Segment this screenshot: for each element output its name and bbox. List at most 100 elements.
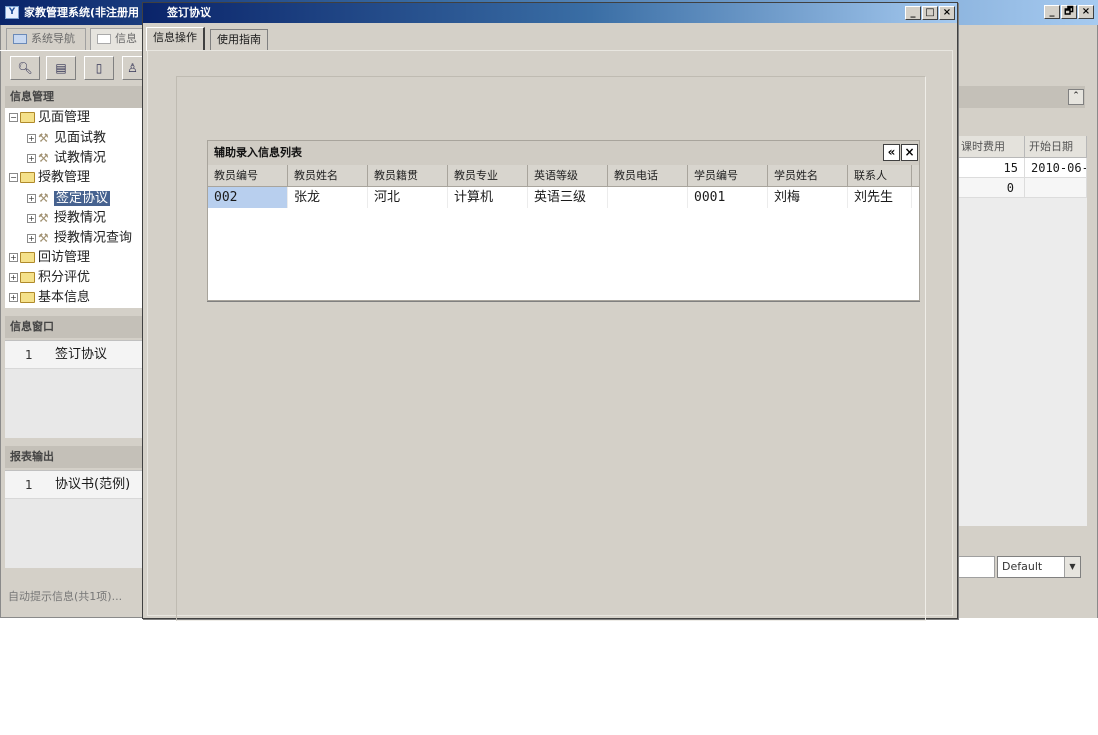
search-icon: 🔍︎ (17, 61, 33, 75)
table-cell[interactable]: 张龙 (288, 187, 368, 208)
helper-list-title: 辅助录入信息列表 (214, 146, 302, 159)
table-cell[interactable] (608, 187, 688, 208)
column-header[interactable]: 开始日期 (1025, 136, 1087, 158)
tab-info[interactable]: 信息 (90, 28, 146, 50)
tree-node-label: 基本信息 (38, 290, 91, 305)
list-item[interactable]: 1 协议书(范例) (5, 471, 142, 499)
app-icon: Y (5, 6, 19, 19)
column-header[interactable]: 英语等级 (528, 165, 608, 187)
dialog-title-bar: 签订协议 _ □ × (143, 3, 957, 23)
column-header[interactable]: 教员籍贯 (368, 165, 448, 187)
grid-icon (97, 34, 111, 44)
tree-leaf-node[interactable]: + ⚒ 签定协议 (5, 188, 111, 208)
expand-toggle-icon[interactable]: + (27, 213, 36, 223)
user-button[interactable]: ♙ (122, 56, 142, 80)
grid-cell[interactable] (1025, 178, 1087, 198)
document-button[interactable]: ▯ (84, 56, 114, 80)
tab-info-operation[interactable]: 信息操作 (146, 27, 205, 51)
table-cell[interactable]: 河北 (368, 187, 448, 208)
tree-leaf-node[interactable]: + ⚒ 授教情况 (5, 208, 106, 228)
table-cell[interactable]: 002 (208, 187, 288, 208)
sign-agreement-dialog: 签订协议 _ □ × 信息操作 使用指南 (142, 2, 958, 621)
expand-toggle-icon[interactable]: + (9, 273, 18, 282)
main-restore-button[interactable]: 🗗 (1061, 5, 1077, 19)
column-header[interactable]: 教员姓名 (288, 165, 368, 187)
dialog-title: 签订协议 (167, 6, 211, 19)
folder-icon (20, 112, 35, 123)
main-minimize-button[interactable]: _ (1044, 5, 1060, 19)
folder-icon (20, 252, 35, 263)
folder-icon (20, 172, 35, 183)
grid-cell[interactable]: 0 (957, 178, 1025, 198)
column-header[interactable]: 课时费用 (957, 136, 1025, 158)
tree-node-label: 积分评优 (38, 270, 91, 285)
tree-node-label: 见面试教 (54, 130, 107, 146)
style-select-value: Default (1002, 560, 1043, 573)
dialog-maximize-button[interactable]: □ (922, 6, 938, 20)
right-data-grid: 课时费用 开始日期 15 2010-06-3 0 (957, 136, 1087, 526)
expand-toggle-icon[interactable]: + (27, 233, 36, 243)
table-cell[interactable]: 计算机 (448, 187, 528, 208)
list-item-name: 协议书(范例) (55, 477, 131, 492)
table-cell[interactable]: 刘先生 (848, 187, 912, 208)
column-header[interactable]: 教员电话 (608, 165, 688, 187)
tree-node-label: 见面管理 (38, 110, 91, 125)
tree-node-label: 回访管理 (38, 250, 91, 265)
tree-leaf-node[interactable]: + ⚒ 见面试教 (5, 128, 106, 148)
column-header[interactable]: 教员编号 (208, 165, 288, 187)
tree-folder-node[interactable]: − 见面管理 (5, 108, 90, 128)
main-window-title: 家教管理系统(非注册用 (24, 6, 140, 19)
table-cell[interactable]: 英语三级 (528, 187, 608, 208)
column-header[interactable]: 教员专业 (448, 165, 528, 187)
user-icon: ♙ (127, 61, 138, 75)
list-item[interactable]: 1 签订协议 (5, 341, 142, 369)
tab-system-navigation[interactable]: 系统导航 (6, 28, 86, 50)
dialog-minimize-button[interactable]: _ (905, 6, 921, 20)
style-select[interactable]: Default ▼ (997, 556, 1081, 578)
list-icon: ▤ (55, 61, 67, 75)
screen-icon (13, 34, 27, 44)
tree-node-label: 授教管理 (38, 170, 91, 185)
list-item-number: 1 (25, 348, 33, 362)
column-header[interactable]: 联系人 (848, 165, 912, 187)
tree-folder-node[interactable]: + 回访管理 (5, 248, 90, 268)
column-header[interactable]: 学员编号 (688, 165, 768, 187)
table-cell[interactable]: 0001 (688, 187, 768, 208)
tools-icon: ⚒ (38, 191, 49, 205)
expand-toggle-icon[interactable]: + (9, 293, 18, 302)
collapse-up-icon[interactable]: ⌃ (1068, 89, 1084, 105)
collapse-toggle-icon[interactable]: − (9, 173, 18, 182)
tree-folder-node[interactable]: + 积分评优 (5, 268, 90, 288)
footer-field[interactable] (957, 556, 995, 578)
expand-toggle-icon[interactable]: + (27, 153, 36, 163)
list-item-name: 签订协议 (55, 347, 108, 362)
status-text: 自动提示信息(共1项)... (8, 590, 123, 603)
info-window-list: 1 签订协议 (5, 340, 142, 438)
dialog-close-button[interactable]: × (939, 6, 955, 20)
tree-folder-node[interactable]: + 基本信息 (5, 288, 90, 308)
tab-user-guide[interactable]: 使用指南 (210, 29, 268, 51)
tools-icon: ⚒ (38, 231, 49, 245)
tab-label: 系统导航 (31, 32, 75, 45)
tree-leaf-node[interactable]: + ⚒ 试教情况 (5, 148, 106, 168)
grid-cell[interactable]: 2010-06-3 (1025, 158, 1087, 178)
expand-toggle-icon[interactable]: + (27, 193, 36, 203)
tools-icon: ⚒ (38, 131, 49, 145)
expand-toggle-icon[interactable]: + (9, 253, 18, 262)
right-panel-footer: Default ▼ (957, 526, 1097, 618)
tree-folder-node[interactable]: − 授教管理 (5, 168, 90, 188)
list-button[interactable]: ▤ (46, 56, 76, 80)
chevron-down-icon[interactable]: ▼ (1064, 557, 1080, 577)
tree-leaf-node[interactable]: + ⚒ 授教情况查询 (5, 228, 132, 248)
close-icon[interactable]: × (901, 144, 918, 161)
table-cell[interactable]: 刘梅 (768, 187, 848, 208)
collapse-toggle-icon[interactable]: − (9, 113, 18, 122)
grid-cell[interactable]: 15 (957, 158, 1025, 178)
main-close-button[interactable]: × (1078, 5, 1094, 19)
column-header[interactable]: 学员姓名 (768, 165, 848, 187)
search-button[interactable]: 🔍︎ (10, 56, 40, 80)
list-item-number: 1 (25, 478, 33, 492)
helper-list-header: 教员编号 教员姓名 教员籍贯 教员专业 英语等级 教员电话 学员编号 学员姓名 联系人 (208, 165, 919, 187)
expand-toggle-icon[interactable]: + (27, 133, 36, 143)
collapse-icon[interactable]: « (883, 144, 900, 161)
